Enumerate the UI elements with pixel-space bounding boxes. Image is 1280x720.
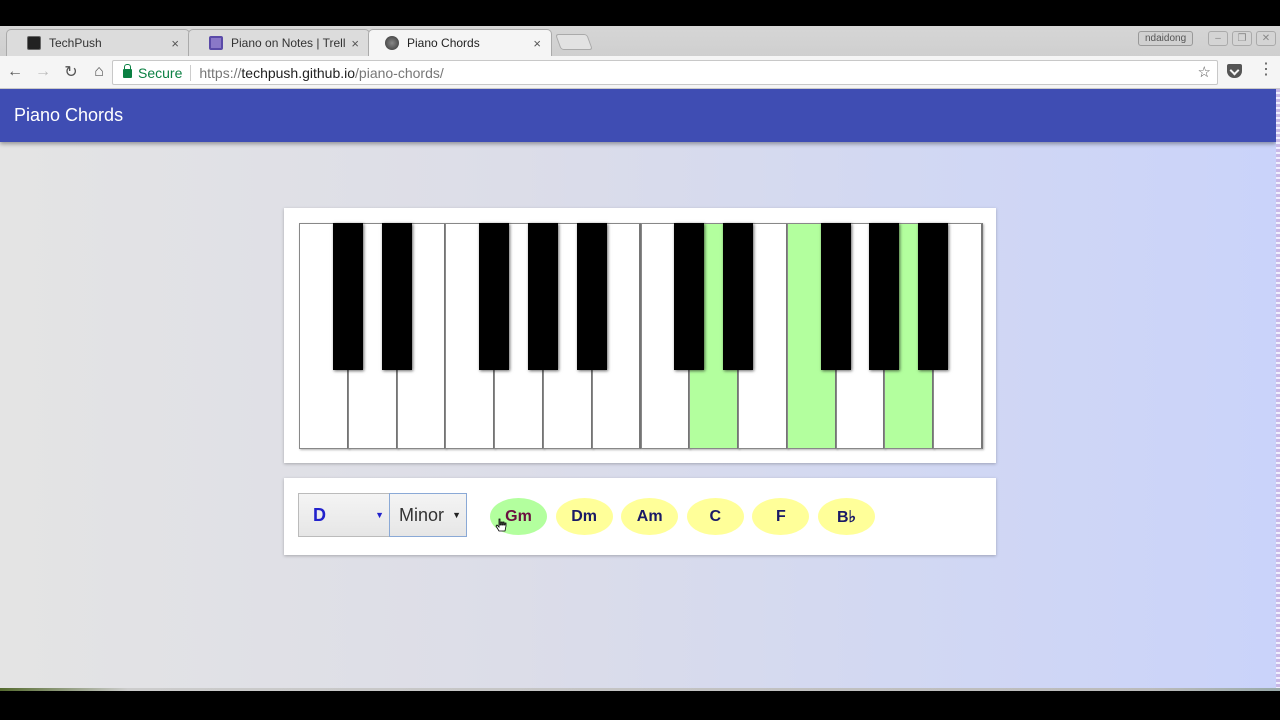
- close-icon[interactable]: ×: [351, 36, 359, 51]
- forward-icon[interactable]: →: [30, 59, 56, 85]
- piano-card: [284, 208, 996, 463]
- security-label: Secure: [138, 64, 183, 81]
- profile-button[interactable]: ndaidong: [1138, 31, 1194, 46]
- new-tab-button[interactable]: [555, 34, 593, 50]
- hand-cursor-icon: [495, 518, 507, 532]
- black-key-dsharp2[interactable]: [723, 223, 754, 370]
- app-bar: Piano Chords: [0, 89, 1276, 142]
- reload-icon[interactable]: ↻: [58, 59, 84, 85]
- scrollbar[interactable]: [1276, 89, 1280, 689]
- home-icon[interactable]: ⌂: [86, 59, 112, 85]
- taskbar-edge: [0, 688, 1280, 691]
- piano-keyboard: [299, 223, 983, 449]
- black-key-csharp1[interactable]: [332, 223, 363, 370]
- bookmark-star-icon[interactable]: ☆: [1198, 63, 1211, 81]
- close-icon[interactable]: ×: [533, 36, 541, 51]
- page-title: Piano Chords: [14, 105, 124, 125]
- chord-button[interactable]: Am: [621, 498, 679, 535]
- tab-title: Piano Chords: [407, 36, 480, 50]
- page-content: Piano Chords D ▼ Minor ▼ Gm Dm Am C F B♭: [0, 89, 1276, 689]
- black-key-fsharp2[interactable]: [820, 223, 851, 370]
- black-key-asharp2[interactable]: [918, 223, 949, 370]
- dropdown-arrow-icon: ▼: [452, 510, 461, 520]
- close-icon[interactable]: ×: [171, 36, 179, 51]
- url-path: /piano-chords/: [355, 64, 444, 81]
- chord-button[interactable]: Dm: [555, 498, 613, 535]
- lock-icon: [123, 64, 132, 78]
- chord-button[interactable]: C: [686, 498, 744, 535]
- black-key-gsharp1[interactable]: [527, 223, 558, 370]
- black-key-asharp1[interactable]: [576, 223, 607, 370]
- black-key-dsharp1[interactable]: [381, 223, 412, 370]
- divider: [190, 64, 192, 81]
- trello-favicon-icon: [209, 36, 223, 50]
- piano-chords-favicon-icon: [385, 36, 399, 50]
- controls-card: D ▼ Minor ▼ Gm Dm Am C F B♭: [284, 478, 996, 555]
- tab-strip: TechPush × Piano on Notes | Trello × Pia…: [0, 26, 1280, 56]
- tab-title: Piano on Notes | Trello: [231, 36, 346, 50]
- black-key-fsharp1[interactable]: [479, 223, 510, 370]
- browser-toolbar: ← → ↻ ⌂ Secure https://techpush.github.i…: [0, 56, 1280, 89]
- close-window-button[interactable]: ✕: [1256, 31, 1276, 46]
- url-scheme: https://: [199, 64, 242, 81]
- black-key-gsharp2[interactable]: [869, 223, 900, 370]
- address-bar[interactable]: Secure https://techpush.github.io/piano-…: [112, 60, 1218, 85]
- black-key-csharp2[interactable]: [674, 223, 705, 370]
- tab-trello[interactable]: Piano on Notes | Trello ×: [188, 29, 370, 56]
- root-note-select[interactable]: D ▼: [298, 493, 390, 537]
- chord-quality-select[interactable]: Minor ▼: [389, 493, 467, 537]
- back-icon[interactable]: ←: [2, 59, 28, 85]
- url-host: techpush.github.io: [241, 64, 356, 81]
- restore-button[interactable]: ❐: [1232, 31, 1252, 46]
- screen: TechPush × Piano on Notes | Trello × Pia…: [0, 0, 1280, 720]
- dropdown-arrow-icon: ▼: [375, 510, 384, 520]
- chord-quality-value: Minor: [399, 504, 445, 525]
- tab-title: TechPush: [49, 36, 102, 50]
- menu-icon[interactable]: ⋮: [1258, 62, 1274, 78]
- chord-button[interactable]: B♭: [818, 498, 875, 535]
- tab-techpush[interactable]: TechPush ×: [6, 29, 190, 56]
- chord-button[interactable]: F: [752, 498, 810, 535]
- minimize-button[interactable]: –: [1208, 31, 1228, 46]
- tab-piano-chords[interactable]: Piano Chords ×: [368, 29, 552, 56]
- pocket-icon[interactable]: [1227, 64, 1242, 78]
- root-note-value: D: [313, 504, 326, 525]
- techpush-favicon-icon: [27, 36, 41, 50]
